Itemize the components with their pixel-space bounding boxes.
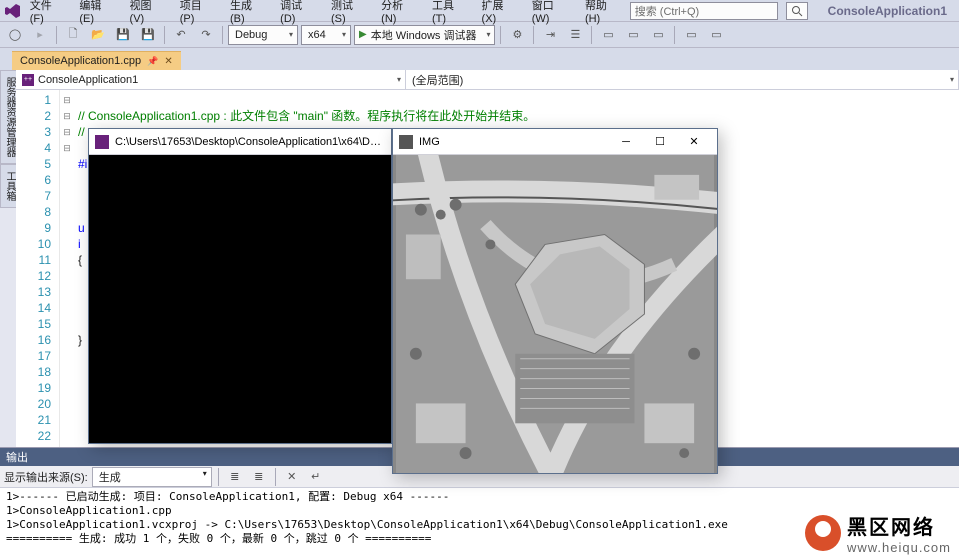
output-btn-1[interactable]: ≣ — [225, 468, 245, 486]
navigation-bar: ++ ConsoleApplication1 (全局范围) — [16, 70, 959, 90]
quick-search-input[interactable]: 搜索 (Ctrl+Q) — [630, 2, 778, 20]
separator — [218, 468, 219, 486]
separator — [674, 26, 675, 44]
image-body — [393, 155, 717, 473]
separator — [164, 26, 165, 44]
code-line: { — [78, 253, 82, 267]
aerial-image — [393, 155, 717, 473]
close-icon[interactable]: ✕ — [164, 56, 172, 67]
console-title-text: C:\Users\17653\Desktop\ConsoleApplicatio… — [115, 136, 385, 148]
watermark-main: 黑区网络 — [847, 511, 951, 540]
undo-icon[interactable]: ↶ — [170, 24, 192, 46]
tool-icon-6[interactable]: ▭ — [647, 24, 669, 46]
watermark: 黑区网络 www.heiqu.com — [805, 511, 951, 555]
menu-analyze[interactable]: 分析(N) — [375, 0, 424, 27]
sidebar-tool-tabs: 服务器资源管理器 工具箱 — [0, 70, 16, 208]
separator — [275, 468, 276, 486]
run-label: 本地 Windows 调试器 — [371, 27, 477, 43]
output-btn-2[interactable]: ≣ — [249, 468, 269, 486]
document-tab-strip: ConsoleApplication1.cpp 📌 ✕ — [0, 48, 959, 70]
new-file-icon[interactable]: 🗋 — [62, 24, 84, 46]
play-icon: ▶ — [359, 29, 367, 40]
image-titlebar[interactable]: IMG ─ ☐ ✕ — [393, 129, 717, 155]
code-line: u — [78, 221, 85, 235]
nav-project-combo[interactable]: ++ ConsoleApplication1 — [16, 70, 406, 89]
cpp-project-icon: ++ — [22, 74, 34, 86]
start-debug-button[interactable]: ▶ 本地 Windows 调试器 — [354, 25, 495, 45]
tool-icon-8[interactable]: ▭ — [705, 24, 727, 46]
tool-icon-1[interactable]: ⚙ — [506, 24, 528, 46]
tool-icon-7[interactable]: ▭ — [680, 24, 702, 46]
app-icon — [95, 135, 109, 149]
nav-back-icon[interactable]: ◯ — [4, 24, 26, 46]
menu-build[interactable]: 生成(B) — [224, 0, 272, 27]
window-buttons: ─ ☐ ✕ — [609, 131, 711, 153]
separator — [500, 26, 501, 44]
console-body[interactable] — [89, 155, 391, 443]
console-titlebar[interactable]: C:\Users\17653\Desktop\ConsoleApplicatio… — [89, 129, 391, 155]
code-line: } — [78, 333, 82, 347]
vs-logo-icon — [4, 2, 22, 20]
watermark-logo-icon — [805, 515, 841, 551]
tool-icon-5[interactable]: ▭ — [622, 24, 644, 46]
image-title-text: IMG — [419, 136, 603, 148]
save-icon[interactable]: 💾 — [112, 24, 134, 46]
output-wrap-icon[interactable]: ↵ — [306, 468, 326, 486]
search-icon[interactable] — [786, 2, 808, 20]
maximize-button[interactable]: ☐ — [643, 131, 677, 153]
separator — [533, 26, 534, 44]
tool-icon-2[interactable]: ⇥ — [539, 24, 561, 46]
output-source-label: 显示输出来源(S): — [4, 469, 88, 485]
output-clear-icon[interactable]: ✕ — [282, 468, 302, 486]
console-window[interactable]: C:\Users\17653\Desktop\ConsoleApplicatio… — [88, 128, 392, 444]
redo-icon[interactable]: ↷ — [195, 24, 217, 46]
menu-test[interactable]: 测试(S) — [325, 0, 373, 27]
separator — [222, 26, 223, 44]
code-line: i — [78, 237, 81, 251]
nav-scope-combo[interactable]: (全局范围) — [406, 70, 959, 89]
minimize-button[interactable]: ─ — [609, 131, 643, 153]
menubar: 文件(F) 编辑(E) 视图(V) 项目(P) 生成(B) 调试(D) 测试(S… — [0, 0, 959, 22]
pin-icon[interactable]: 📌 — [147, 56, 158, 67]
code-line: // ConsoleApplication1.cpp : 此文件包含 "main… — [78, 109, 535, 123]
open-icon[interactable]: 📂 — [87, 24, 109, 46]
code-line: // — [78, 125, 85, 139]
tool-icon-4[interactable]: ▭ — [597, 24, 619, 46]
save-all-icon[interactable]: 💾 — [137, 24, 159, 46]
config-combo[interactable]: Debug — [228, 25, 298, 45]
nav-fwd-icon[interactable]: ▸ — [29, 24, 51, 46]
menu-debug[interactable]: 调试(D) — [274, 0, 323, 27]
separator — [591, 26, 592, 44]
platform-combo[interactable]: x64 — [301, 25, 351, 45]
app-title: ConsoleApplication1 — [820, 4, 955, 18]
tool-icon-3[interactable]: ☰ — [564, 24, 586, 46]
nav-left-text: ConsoleApplication1 — [38, 74, 138, 86]
tab-title: ConsoleApplication1.cpp — [20, 55, 141, 67]
output-source-combo[interactable]: 生成 — [92, 467, 212, 487]
document-tab[interactable]: ConsoleApplication1.cpp 📌 ✕ — [12, 51, 181, 70]
watermark-sub: www.heiqu.com — [847, 540, 951, 555]
separator — [56, 26, 57, 44]
app-icon — [399, 135, 413, 149]
nav-mid-text: (全局范围) — [412, 72, 463, 88]
main-toolbar: ◯ ▸ 🗋 📂 💾 💾 ↶ ↷ Debug x64 ▶ 本地 Windows 调… — [0, 22, 959, 48]
fold-column[interactable]: ⊟ ⊟ ⊟ ⊟ — [60, 90, 74, 447]
image-window[interactable]: IMG ─ ☐ ✕ — [392, 128, 718, 474]
menu-tools[interactable]: 工具(T) — [426, 0, 474, 27]
line-number-gutter: 1234567891011121314151617181920212223242… — [16, 90, 60, 447]
close-button[interactable]: ✕ — [677, 131, 711, 153]
